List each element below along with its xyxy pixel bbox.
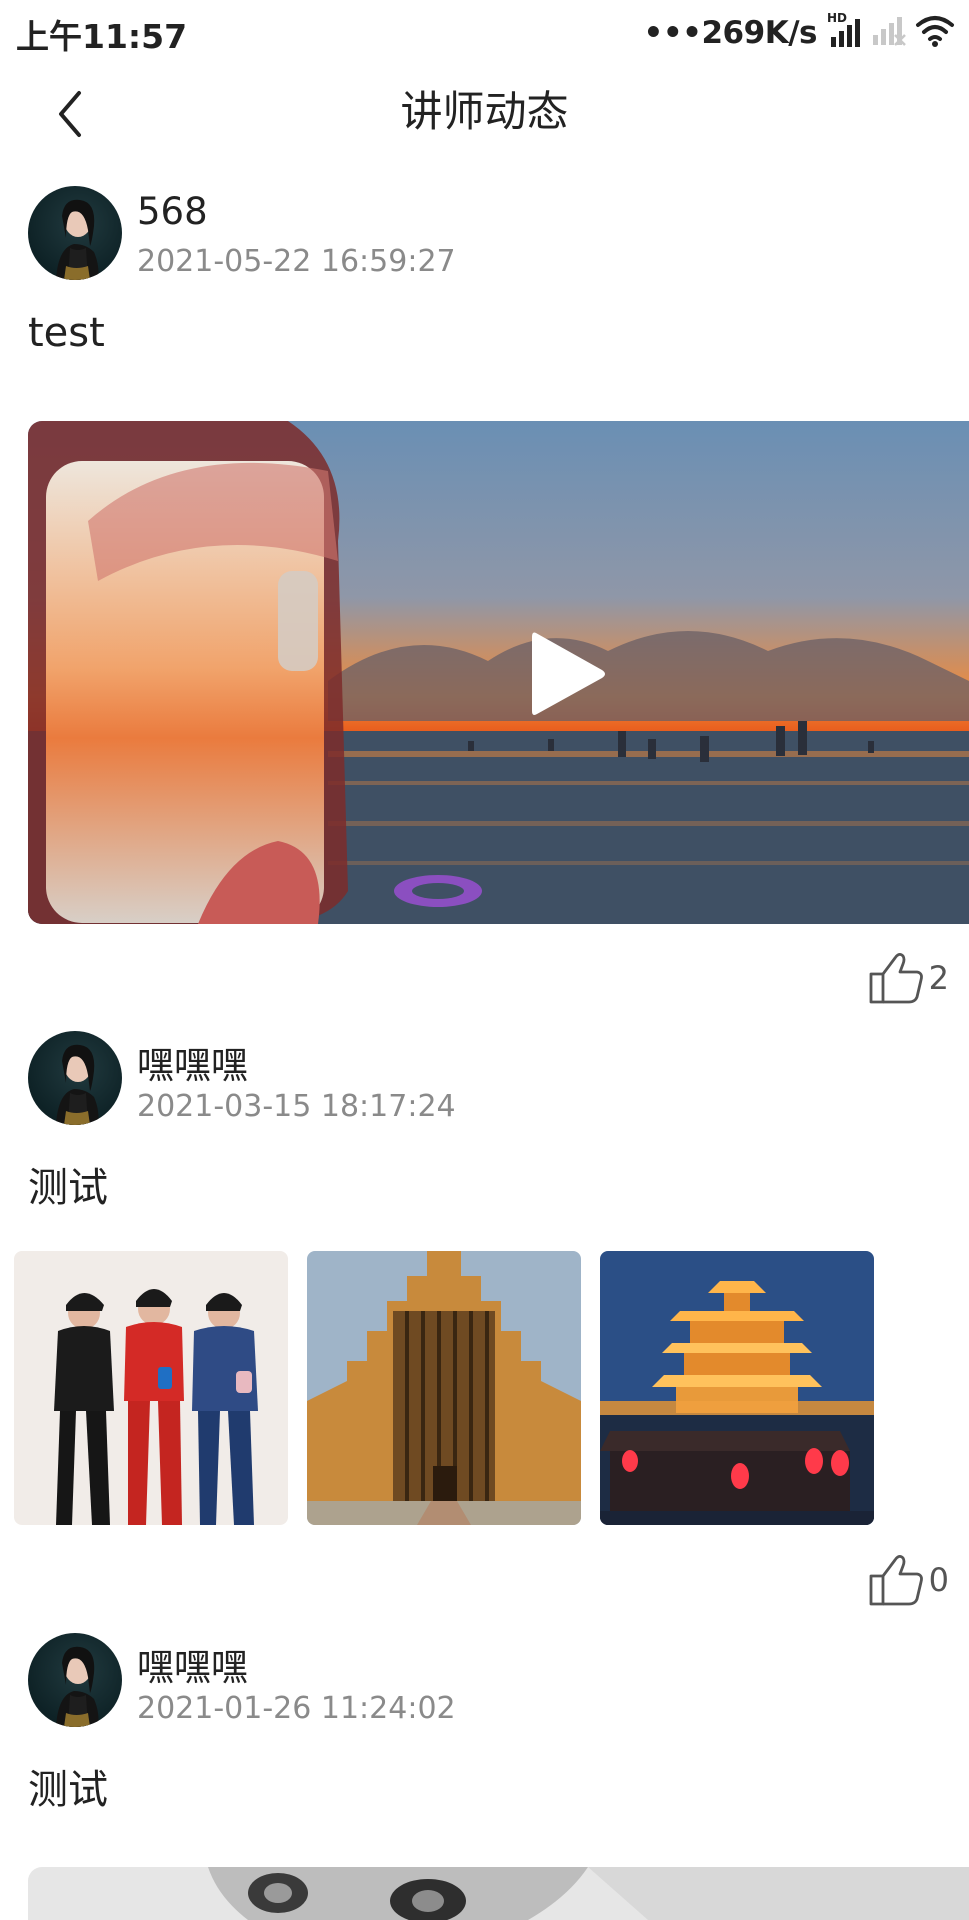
network-speed: •••269K/s (643, 15, 818, 51)
post-image[interactable] (14, 1251, 288, 1525)
like-count: 2 (928, 959, 949, 997)
play-icon[interactable] (528, 629, 608, 719)
wifi-icon (915, 14, 955, 52)
post-text: test (28, 310, 105, 356)
post-time: 2021-05-22 16:59:27 (137, 244, 456, 279)
video-thumbnail[interactable] (28, 421, 969, 924)
status-indicators: •••269K/s HD (644, 10, 955, 56)
status-time: 上午11:57 (16, 17, 188, 56)
author-name[interactable]: 嘿嘿嘿 (137, 1035, 248, 1089)
signal-icon: HD (825, 11, 863, 51)
post-text: 测试 (28, 1165, 108, 1211)
post-image[interactable] (28, 1867, 969, 1920)
like-count: 0 (928, 1561, 949, 1599)
post-time: 2021-01-26 11:24:02 (137, 1691, 456, 1726)
author-name[interactable]: 嘿嘿嘿 (137, 1637, 248, 1691)
post-time: 2021-03-15 18:17:24 (137, 1089, 456, 1124)
signal-empty-icon (871, 13, 907, 53)
author-name[interactable]: 568 (137, 190, 208, 233)
post-card: 嘿嘿嘿 2021-01-26 11:24:02 测试 (0, 1633, 969, 1920)
like-button[interactable]: 0 (867, 1550, 949, 1610)
thumbs-up-icon (869, 1555, 923, 1606)
status-bar: 上午11:57 •••269K/s HD (0, 0, 969, 66)
page-title: 讲师动态 (400, 87, 569, 136)
like-button[interactable]: 2 (867, 948, 949, 1008)
post-image[interactable] (600, 1251, 874, 1525)
post-card: 568 2021-05-22 16:59:27 test 2 (0, 186, 969, 1016)
post-card: 嘿嘿嘿 2021-03-15 18:17:24 测试 0 (0, 1031, 969, 1611)
post-image[interactable] (307, 1251, 581, 1525)
avatar[interactable] (28, 1633, 122, 1727)
nav-header: 讲师动态 (0, 66, 969, 176)
thumbs-up-icon (869, 953, 923, 1004)
post-text: 测试 (28, 1767, 108, 1813)
avatar[interactable] (28, 1031, 122, 1125)
avatar[interactable] (28, 186, 122, 280)
hd-label: HD (827, 11, 848, 25)
